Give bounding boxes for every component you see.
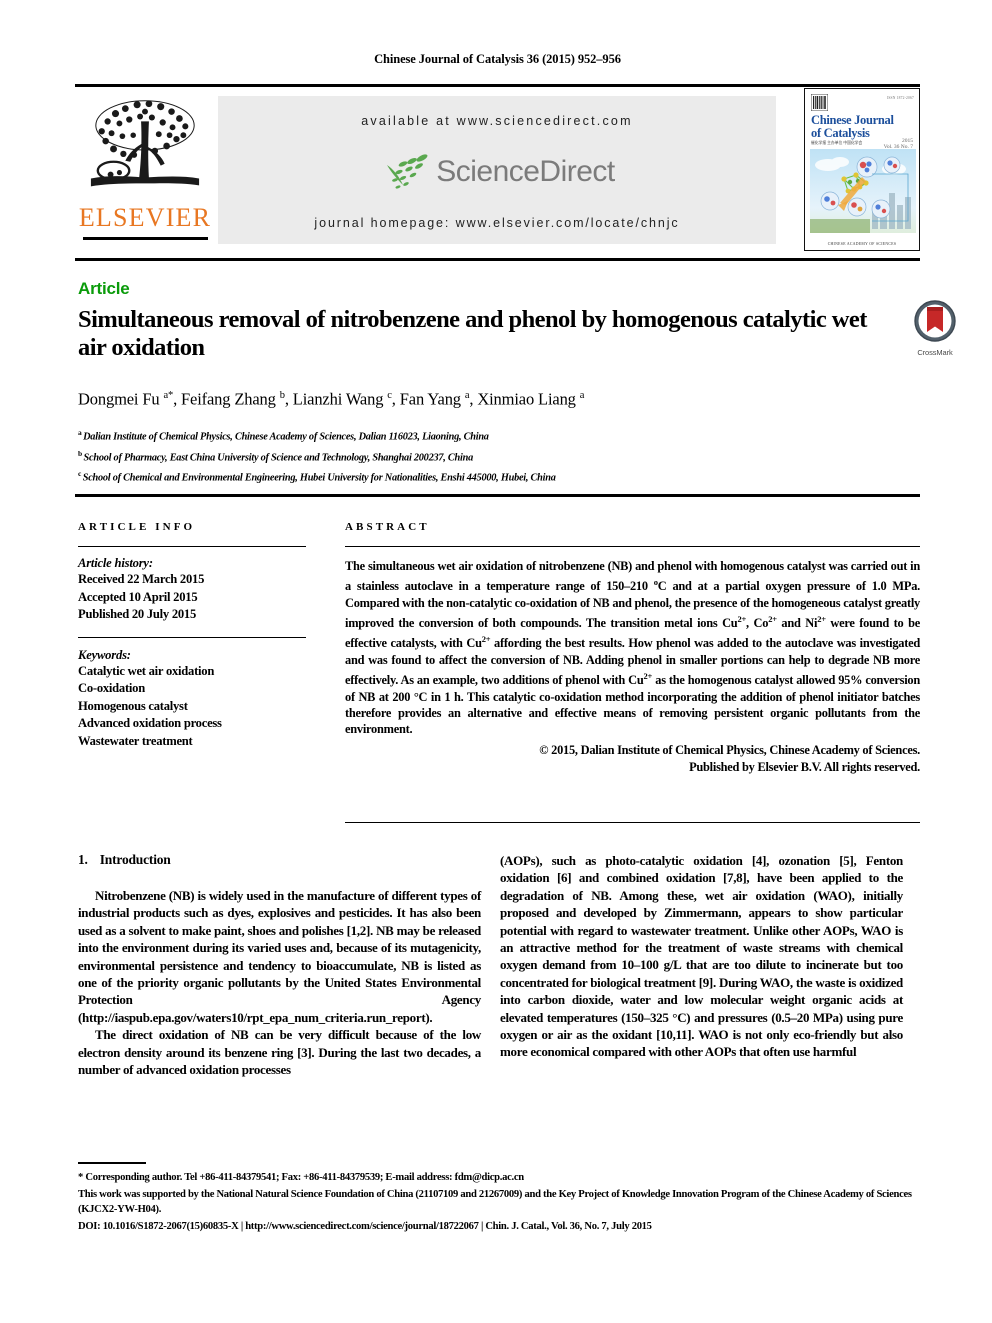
crossmark-label: CrossMark: [917, 348, 953, 357]
chemical-superscript: 2+: [481, 634, 491, 645]
author-affiliation-marker: c: [387, 390, 392, 401]
cover-barcode-icon: [811, 94, 828, 111]
article-history-label: Article history:: [78, 556, 153, 570]
section-number: 1.: [78, 852, 88, 867]
elsevier-logo: ELSEVIER: [75, 88, 215, 253]
abstract-bottom-rule: [345, 822, 920, 823]
info-top-rule: [75, 494, 920, 497]
abstract-rule: [345, 546, 920, 547]
elsevier-bottom-rule: [82, 237, 208, 240]
journal-cover-thumbnail: ISSN 1872-2067 Chinese Journal of Cataly…: [804, 88, 920, 251]
article-history-block: Article history: Received 22 March 2015 A…: [78, 556, 306, 624]
journal-article-page: Chinese Journal of Catalysis 36 (2015) 9…: [0, 0, 992, 1323]
author-name: Lianzhi Wang: [292, 389, 388, 409]
affiliation-item: b School of Pharmacy, East China Univers…: [78, 448, 474, 464]
page-title: Simultaneous removal of nitrobenzene and…: [78, 306, 867, 361]
affiliation-item: a Dalian Institute of Chemical Physics, …: [78, 428, 489, 443]
journal-homepage-text: journal homepage: www.elsevier.com/locat…: [314, 216, 680, 230]
author-affiliation-marker: a*: [163, 390, 174, 401]
copyright-line: © 2015, Dalian Institute of Chemical Phy…: [345, 742, 920, 775]
body-column-right: (AOPs), such as photo-catalytic oxidatio…: [500, 852, 903, 1061]
cover-issn: ISSN 1872-2067: [886, 96, 914, 100]
corresponding-author-note: * Corresponding author. Tel +86-411-8437…: [78, 1172, 524, 1183]
keyword-item: Wastewater treatment: [78, 733, 193, 748]
abstract-text: The simultaneous wet air oxidation of ni…: [345, 559, 921, 737]
article-history-item: Published 20 July 2015: [78, 607, 197, 621]
article-history-item: Accepted 10 April 2015: [78, 589, 198, 604]
affiliation-item: c School of Chemical and Environmental E…: [78, 469, 556, 484]
section-title: Introduction: [99, 852, 171, 867]
article-info-section: ARTICLE INFO Article history: Received 2…: [78, 521, 306, 750]
keyword-item: Homogenous catalyst: [78, 698, 188, 713]
intro-paragraph-1: Nitrobenzene (NB) is widely used in the …: [78, 888, 481, 1025]
chemical-superscript: 2+: [737, 614, 747, 625]
article-info-heading: ARTICLE INFO: [78, 521, 196, 533]
article-history-item: Received 22 March 2015: [78, 572, 205, 586]
sciencedirect-leaves-icon: [387, 154, 428, 189]
chemical-superscript: 2+: [643, 671, 653, 682]
keyword-item: Advanced oxidation process: [78, 716, 222, 730]
cover-footer: CHINESE ACADEMY OF SCIENCES: [827, 242, 897, 246]
article-body: 1. Introduction Nitrobenzene (NB) is wide…: [78, 852, 923, 1137]
keywords-block: Keywords: Catalytic wet air oxidation Co-…: [78, 648, 306, 751]
affiliation-list: a Dalian Institute of Chemical Physics, …: [78, 425, 898, 487]
footnote-rule: [78, 1162, 146, 1164]
masthead: ELSEVIER available at www.sciencedirect.…: [75, 88, 920, 253]
keyword-item: Co-oxidation: [78, 681, 145, 695]
section-heading-introduction: 1. Introduction: [78, 852, 481, 868]
author-name: Fan Yang: [399, 389, 465, 409]
cover-subtitle: 催化学报 主办单位 中国化学会: [811, 141, 863, 145]
author-affiliation-marker: b: [279, 390, 285, 401]
crossmark-icon: [914, 300, 956, 342]
author-name: Xinmiao Liang: [477, 389, 580, 409]
funding-note: This work was supported by the National …: [78, 1188, 912, 1216]
cover-title-line1: Chinese Journal: [811, 113, 894, 127]
footnote-section: * Corresponding author. Tel +86-411-8437…: [78, 1170, 923, 1234]
running-head: Chinese Journal of Catalysis 36 (2015) 9…: [374, 52, 621, 66]
available-at-text: available at www.sciencedirect.com: [361, 114, 633, 128]
intro-paragraph-2: The direct oxidation of NB can be very d…: [78, 1027, 481, 1078]
keyword-items: Catalytic wet air oxidation Co-oxidation H…: [78, 663, 306, 751]
body-column-left: 1. Introduction Nitrobenzene (NB) is wide…: [78, 852, 481, 1078]
author-list: Dongmei Fu a*, Feifang Zhang b, Lianzhi …: [78, 389, 585, 409]
abstract-heading: ABSTRACT: [345, 521, 430, 533]
elsevier-wordmark: ELSEVIER: [78, 203, 212, 232]
chemical-superscript: 2+: [817, 614, 826, 625]
chemical-superscript: o: [653, 577, 658, 588]
author-name: Dongmei Fu: [78, 389, 164, 409]
doi-note[interactable]: DOI: 10.1016/S1872-2067(15)60835-X | htt…: [78, 1219, 923, 1235]
keywords-label: Keywords:: [78, 647, 131, 662]
masthead-bottom-rule: [75, 258, 920, 261]
cover-title: Chinese Journal of Catalysis: [811, 114, 915, 139]
article-type-label: Article: [78, 279, 130, 298]
author-affiliation-marker: a: [579, 390, 585, 401]
crossmark-badge[interactable]: CrossMark: [908, 300, 962, 358]
article-history-items: Received 22 March 2015 Accepted 10 April …: [78, 571, 306, 624]
copyright-text: © 2015, Dalian Institute of Chemical Phy…: [539, 743, 920, 758]
sciencedirect-banner: available at www.sciencedirect.com Scien…: [218, 96, 776, 244]
chemical-superscript: 2+: [768, 614, 777, 625]
author-name: Feifang Zhang: [181, 389, 280, 409]
sciencedirect-wordmark: ScienceDirect: [436, 155, 615, 188]
author-affiliation-marker: a: [464, 390, 470, 401]
sciencedirect-logo: ScienceDirect: [379, 152, 615, 192]
article-info-rule: [78, 546, 306, 547]
keywords-divider: [78, 636, 306, 638]
abstract-section: ABSTRACT The simultaneous wet air oxidat…: [345, 521, 920, 775]
intro-paragraph-3: (AOPs), such as photo-catalytic oxidatio…: [500, 853, 903, 1060]
keyword-item: Catalytic wet air oxidation: [78, 663, 215, 678]
publisher-text: Published by Elsevier B.V. All rights re…: [689, 759, 920, 774]
elsevier-tree-icon: [90, 100, 200, 187]
cover-artwork-image: [810, 149, 916, 233]
header-top-rule: [75, 84, 920, 87]
